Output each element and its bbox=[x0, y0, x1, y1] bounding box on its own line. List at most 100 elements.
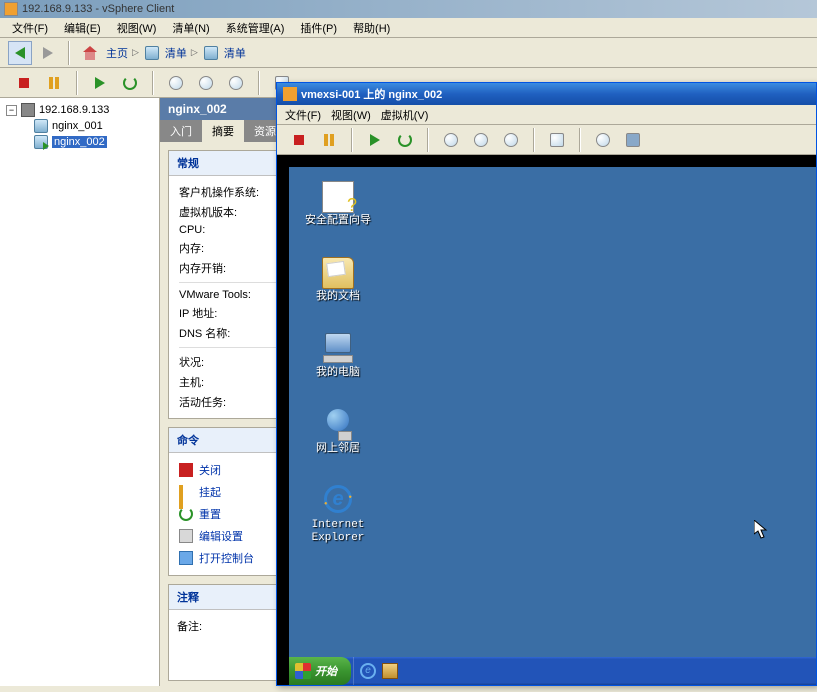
main-menubar: 文件(F) 编辑(E) 视图(W) 清单(N) 系统管理(A) 插件(P) 帮助… bbox=[0, 18, 817, 38]
arrow-back-icon bbox=[15, 47, 25, 59]
toolbar-separator bbox=[351, 128, 353, 152]
desktop-my-computer[interactable]: 我的电脑 bbox=[303, 333, 373, 380]
breadcrumb-arrow: ▷ bbox=[191, 47, 198, 58]
desktop-icon-label: 网上邻居 bbox=[303, 443, 373, 456]
stop-icon bbox=[294, 135, 304, 145]
console-floppy[interactable] bbox=[621, 128, 645, 152]
vm-running-icon bbox=[34, 135, 48, 149]
inventory-icon bbox=[145, 46, 159, 60]
desktop-icon-label: 安全配置向导 bbox=[303, 215, 373, 228]
tree-vm-nginx001[interactable]: nginx_001 bbox=[4, 118, 155, 134]
pause-button[interactable] bbox=[42, 71, 66, 95]
guest-taskbar[interactable]: 开始 e bbox=[289, 657, 816, 685]
edit-icon bbox=[179, 529, 193, 543]
toolbar-separator bbox=[76, 71, 78, 95]
tree-vm-label: nginx_002 bbox=[52, 136, 107, 148]
vm-icon bbox=[34, 119, 48, 133]
guest-desktop[interactable]: ? 安全配置向导 我的文档 我的电脑 网上邻居 e Internet Explo… bbox=[289, 167, 816, 685]
console-app-icon bbox=[283, 87, 297, 101]
cmd-edit-label: 编辑设置 bbox=[199, 528, 243, 544]
guest-screen[interactable]: ? 安全配置向导 我的文档 我的电脑 网上邻居 e Internet Explo… bbox=[277, 155, 816, 685]
play-icon bbox=[95, 77, 105, 89]
desktop-icon-label: 我的文档 bbox=[303, 291, 373, 304]
cmd-console-label: 打开控制台 bbox=[199, 550, 254, 566]
stop-button[interactable] bbox=[12, 71, 36, 95]
computer-icon bbox=[322, 333, 354, 365]
network-icon bbox=[322, 409, 354, 441]
stop-icon bbox=[19, 78, 29, 88]
vm-console-window[interactable]: vmexsi-001 上的 nginx_002 文件(F) 视图(W) 虚拟机(… bbox=[276, 82, 817, 686]
console-revert[interactable] bbox=[469, 128, 493, 152]
disk-icon bbox=[474, 133, 488, 147]
play-button[interactable] bbox=[88, 71, 112, 95]
app-icon bbox=[4, 2, 18, 16]
desktop-internet-explorer[interactable]: e Internet Explorer bbox=[303, 485, 373, 545]
console-title: vmexsi-001 上的 nginx_002 bbox=[301, 86, 442, 102]
console-stop[interactable] bbox=[287, 128, 311, 152]
console-fullscreen[interactable] bbox=[545, 128, 569, 152]
console-pause[interactable] bbox=[317, 128, 341, 152]
tree-root[interactable]: − 192.168.9.133 bbox=[4, 102, 155, 118]
console-menu-view[interactable]: 视图(W) bbox=[331, 107, 371, 123]
tree-collapse[interactable]: − bbox=[6, 105, 17, 116]
back-button[interactable] bbox=[8, 41, 32, 65]
breadcrumb-arrow: ▷ bbox=[132, 47, 139, 58]
console-menu-file[interactable]: 文件(F) bbox=[285, 107, 321, 123]
tree-vm-nginx002[interactable]: nginx_002 bbox=[4, 134, 155, 150]
menu-view[interactable]: 视图(W) bbox=[113, 19, 161, 37]
start-button[interactable]: 开始 bbox=[289, 657, 351, 685]
toolbar-separator bbox=[427, 128, 429, 152]
console-manage[interactable] bbox=[499, 128, 523, 152]
floppy-icon bbox=[626, 133, 640, 147]
desktop-my-documents[interactable]: 我的文档 bbox=[303, 257, 373, 304]
cmd-reset-label: 重置 bbox=[199, 506, 221, 522]
desktop-network-places[interactable]: 网上邻居 bbox=[303, 409, 373, 456]
tree-vm-label: nginx_001 bbox=[52, 120, 103, 132]
desktop-security-wizard[interactable]: ? 安全配置向导 bbox=[303, 181, 373, 228]
console-refresh[interactable] bbox=[393, 128, 417, 152]
toolbar-separator bbox=[152, 71, 154, 95]
console-cdrom[interactable] bbox=[591, 128, 615, 152]
play-icon bbox=[370, 134, 380, 146]
pause-icon bbox=[324, 134, 334, 146]
revert-button[interactable] bbox=[194, 71, 218, 95]
stop-icon bbox=[179, 463, 193, 477]
forward-button[interactable] bbox=[36, 41, 60, 65]
home-button[interactable] bbox=[78, 41, 102, 65]
cdrom-icon bbox=[596, 133, 610, 147]
arrow-forward-icon bbox=[43, 47, 53, 59]
nav-home[interactable]: 主页 bbox=[106, 45, 128, 61]
nav-inventory[interactable]: 清单 bbox=[165, 45, 187, 61]
toolbar-separator bbox=[258, 71, 260, 95]
toolbar-separator bbox=[68, 41, 70, 65]
menu-edit[interactable]: 编辑(E) bbox=[60, 19, 105, 37]
nav-inventory2[interactable]: 清单 bbox=[224, 45, 246, 61]
menu-plugins[interactable]: 插件(P) bbox=[296, 19, 341, 37]
toolbar-separator bbox=[579, 128, 581, 152]
console-titlebar[interactable]: vmexsi-001 上的 nginx_002 bbox=[277, 83, 816, 105]
inventory-tree[interactable]: − 192.168.9.133 nginx_001 nginx_002 bbox=[0, 98, 160, 686]
manage-button[interactable] bbox=[224, 71, 248, 95]
refresh-button[interactable] bbox=[118, 71, 142, 95]
security-wizard-icon: ? bbox=[322, 181, 354, 213]
console-snapshot[interactable] bbox=[439, 128, 463, 152]
inventory-icon bbox=[204, 46, 218, 60]
desktop-icon-label: Internet Explorer bbox=[303, 519, 373, 545]
cmd-shutdown-label: 关闭 bbox=[199, 462, 221, 478]
tab-intro[interactable]: 入门 bbox=[160, 120, 202, 142]
menu-inventory[interactable]: 清单(N) bbox=[168, 19, 213, 37]
console-icon bbox=[179, 551, 193, 565]
console-play[interactable] bbox=[363, 128, 387, 152]
menu-admin[interactable]: 系统管理(A) bbox=[222, 19, 289, 37]
ql-desktop-icon[interactable] bbox=[382, 663, 398, 679]
menu-file[interactable]: 文件(F) bbox=[8, 19, 52, 37]
console-menu-vm[interactable]: 虚拟机(V) bbox=[381, 107, 429, 123]
ql-ie-icon[interactable]: e bbox=[360, 663, 376, 679]
snapshot-button[interactable] bbox=[164, 71, 188, 95]
app-title: 192.168.9.133 - vSphere Client bbox=[22, 3, 174, 15]
start-label: 开始 bbox=[315, 663, 337, 679]
cmd-suspend-label: 挂起 bbox=[199, 484, 221, 500]
menu-help[interactable]: 帮助(H) bbox=[349, 19, 394, 37]
tab-summary[interactable]: 摘要 bbox=[202, 120, 244, 142]
refresh-icon bbox=[179, 507, 193, 521]
